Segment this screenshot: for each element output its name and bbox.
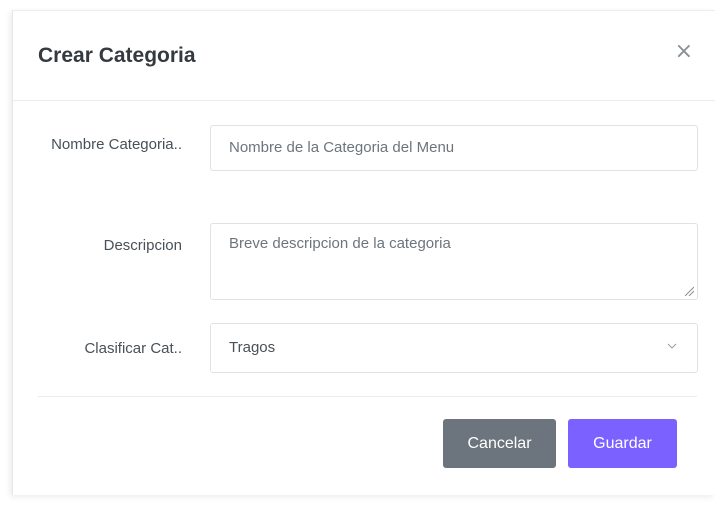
clasificar-select[interactable]: Tragos — [210, 323, 698, 373]
chevron-down-icon — [667, 343, 677, 349]
nombre-categoria-placeholder: Nombre de la Categoria del Menu — [229, 139, 455, 156]
nombre-categoria-label: Nombre Categoria.. — [51, 136, 182, 153]
clasificar-selected-value: Tragos — [229, 339, 276, 356]
close-icon[interactable]: × — [675, 41, 693, 63]
save-button[interactable]: Guardar — [568, 419, 677, 468]
resize-grip-icon[interactable] — [684, 286, 694, 296]
create-category-modal: Crear Categoria × Nombre Categoria.. Nom… — [12, 10, 715, 495]
descripcion-placeholder: Breve descripcion de la categoria — [229, 235, 451, 252]
descripcion-textarea[interactable]: Breve descripcion de la categoria — [210, 223, 698, 300]
descripcion-label: Descripcion — [103, 237, 182, 254]
footer-divider — [38, 396, 697, 397]
clasificar-label: Clasificar Cat.. — [84, 340, 182, 357]
modal-title: Crear Categoria — [38, 44, 196, 67]
nombre-categoria-input[interactable]: Nombre de la Categoria del Menu — [210, 125, 698, 171]
cancel-button[interactable]: Cancelar — [443, 419, 556, 468]
modal-header: Crear Categoria × — [13, 11, 715, 101]
